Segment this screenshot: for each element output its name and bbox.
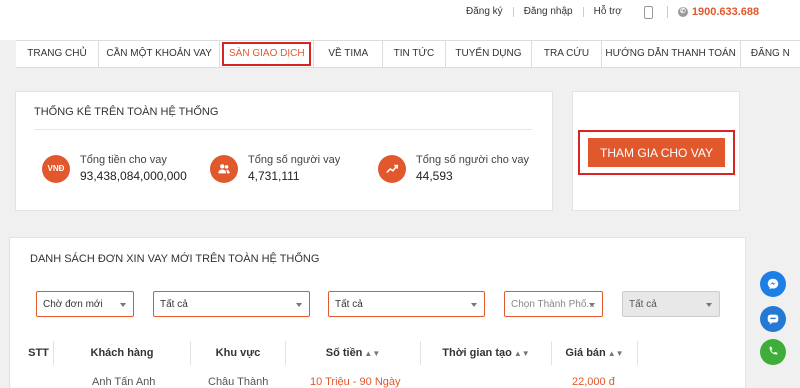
col-amount-label: Số tiền: [325, 347, 363, 359]
col-created-label: Thời gian tạo: [442, 347, 512, 359]
row-area: Châu Thành: [208, 376, 269, 388]
join-lending-button[interactable]: THAM GIA CHO VAY: [588, 138, 725, 167]
main-nav: TRANG CHỦ CẦN MỘT KHOẢN VAY SÀN GIAO DỊC…: [16, 40, 800, 68]
mobile-app-icon[interactable]: [643, 5, 653, 19]
chevron-down-icon: [120, 303, 126, 307]
phone-icon: ✆: [677, 7, 688, 17]
city-filter[interactable]: Chọn Thành Phố...: [504, 291, 603, 317]
phone-call-icon[interactable]: [760, 339, 786, 365]
row-amount: 10 Triệu - 90 Ngày: [310, 376, 401, 388]
chevron-down-icon: [296, 303, 302, 307]
category-filter-value: Tất cả: [160, 298, 188, 310]
col-price[interactable]: Giá bán ▲▼: [552, 341, 638, 365]
chevron-down-icon: [706, 303, 712, 307]
hotline-number: 1900.633.688: [691, 6, 760, 18]
type-filter-value: Tất cả: [335, 298, 363, 310]
nav-about[interactable]: VỀ TIMA: [314, 41, 384, 67]
stat-label: Tổng số người vay: [248, 154, 341, 166]
col-stt: STT: [24, 341, 54, 365]
type-filter[interactable]: Tất cả: [328, 291, 485, 317]
join-panel: THAM GIA CHO VAY: [572, 91, 740, 211]
sort-icon[interactable]: ▲▼: [514, 349, 530, 358]
stat-value: 44,593: [416, 169, 453, 183]
row-customer: Anh Tấn Anh: [92, 376, 156, 388]
nav-lookup[interactable]: TRA CỨU: [532, 41, 602, 67]
col-price-label: Giá bán: [565, 347, 606, 359]
col-amount[interactable]: Số tiền ▲▼: [286, 341, 421, 365]
support-link[interactable]: Hỗ trợ: [584, 7, 632, 17]
divider: [666, 6, 668, 18]
table-row[interactable]: Anh Tấn Anh Châu Thành 10 Triệu - 90 Ngà…: [10, 372, 747, 388]
district-filter-value: Tất cả: [629, 298, 657, 310]
category-filter[interactable]: Tất cả: [153, 291, 310, 317]
nav-register[interactable]: ĐĂNG N: [741, 41, 800, 67]
table-header: STT Khách hàng Khu vực Số tiền ▲▼ Thời gi…: [10, 341, 747, 365]
chevron-down-icon: [589, 303, 595, 307]
nav-news[interactable]: TIN TỨC: [383, 41, 446, 67]
col-area: Khu vực: [191, 341, 286, 365]
users-icon: [210, 154, 238, 183]
hotline[interactable]: ✆ 1900.633.688: [677, 6, 760, 18]
divider: [34, 129, 532, 130]
login-link[interactable]: Đăng nhập: [514, 7, 584, 17]
sort-icon[interactable]: ▲▼: [364, 349, 380, 358]
nav-exchange[interactable]: SÀN GIAO DỊCH: [220, 41, 315, 67]
city-filter-placeholder: Chọn Thành Phố...: [511, 298, 595, 310]
stat-total-lent: VNĐ Tổng tiền cho vay 93,438,084,000,000: [42, 154, 187, 183]
stat-label: Tổng số người cho vay: [416, 154, 530, 166]
district-filter: Tất cả: [622, 291, 720, 317]
top-links: Đăng ký Đăng nhập Hỗ trợ ✆ 1900.633.688: [466, 4, 759, 20]
register-link[interactable]: Đăng ký: [466, 7, 514, 17]
nav-need-loan[interactable]: CẦN MỘT KHOẢN VAY: [99, 41, 221, 67]
col-created[interactable]: Thời gian tạo ▲▼: [421, 341, 552, 365]
row-price: 22,000 đ: [572, 376, 615, 388]
zalo-icon[interactable]: [760, 306, 786, 332]
nav-home[interactable]: TRANG CHỦ: [16, 41, 99, 67]
list-title: DANH SÁCH ĐƠN XIN VAY MỚI TRÊN TOÀN HỆ T…: [30, 253, 320, 265]
status-filter-value: Chờ đơn mới: [43, 298, 103, 310]
top-bar: Đăng ký Đăng nhập Hỗ trợ ✆ 1900.633.688: [0, 0, 800, 40]
stats-title: THỐNG KÊ TRÊN TOÀN HỆ THỐNG: [34, 106, 219, 118]
trend-up-icon: [378, 154, 406, 183]
nav-payment-guide[interactable]: HƯỚNG DẪN THANH TOÁN: [602, 41, 741, 67]
stat-borrowers: Tổng số người vay 4,731,111: [210, 154, 340, 183]
nav-careers[interactable]: TUYỂN DỤNG: [446, 41, 533, 67]
col-customer: Khách hàng: [54, 341, 191, 365]
loan-list-panel: DANH SÁCH ĐƠN XIN VAY MỚI TRÊN TOÀN HỆ T…: [9, 237, 746, 388]
stat-lenders: Tổng số người cho vay 44,593: [378, 154, 529, 183]
stat-value: 4,731,111: [248, 169, 300, 183]
messenger-icon[interactable]: [760, 271, 786, 297]
chevron-down-icon: [471, 303, 477, 307]
vnd-icon: VNĐ: [42, 154, 70, 183]
sort-icon[interactable]: ▲▼: [608, 349, 624, 358]
stat-label: Tổng tiền cho vay: [80, 154, 167, 166]
stats-panel: THỐNG KÊ TRÊN TOÀN HỆ THỐNG VNĐ Tổng tiề…: [15, 91, 553, 211]
status-filter[interactable]: Chờ đơn mới: [36, 291, 134, 317]
stat-value: 93,438,084,000,000: [80, 169, 187, 183]
